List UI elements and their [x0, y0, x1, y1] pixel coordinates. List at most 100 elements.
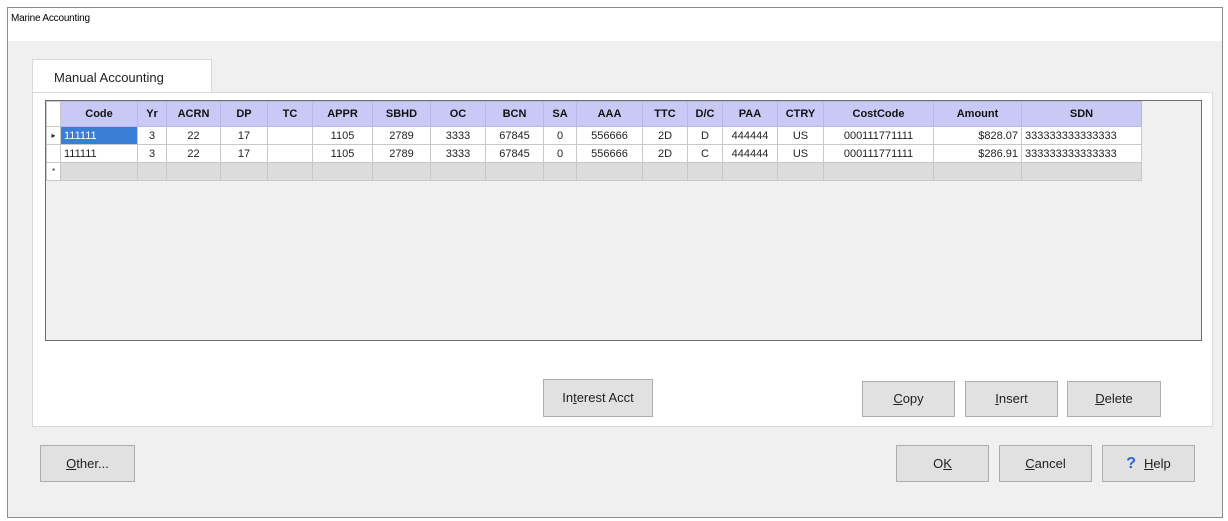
table-cell[interactable]: [430, 162, 486, 181]
ok-button[interactable]: OK: [896, 445, 989, 482]
table-cell[interactable]: 2D: [642, 144, 688, 163]
table-cell[interactable]: 444444: [722, 126, 778, 145]
button-label: O: [933, 456, 944, 471]
other-button[interactable]: Other...: [40, 445, 135, 482]
table-cell[interactable]: [722, 162, 778, 181]
header-row: Code Yr ACRN DP TC APPR SBHD OC BCN SA A…: [46, 101, 1142, 127]
col-header[interactable]: SBHD: [372, 101, 431, 127]
button-label: C: [893, 391, 903, 406]
table-cell[interactable]: [823, 162, 934, 181]
accounting-table: Code Yr ACRN DP TC APPR SBHD OC BCN SA A…: [46, 101, 1142, 181]
table-cell[interactable]: 67845: [485, 144, 544, 163]
table-cell[interactable]: US: [777, 144, 824, 163]
table-cell[interactable]: [372, 162, 431, 181]
table-cell[interactable]: 111111: [60, 126, 138, 145]
tab-manual-accounting[interactable]: Manual Accounting: [32, 59, 212, 93]
table-cell[interactable]: [933, 162, 1022, 181]
col-header[interactable]: CTRY: [777, 101, 824, 127]
table-cell[interactable]: 17: [220, 144, 268, 163]
current-row-indicator[interactable]: ▸: [46, 126, 61, 145]
table-cell[interactable]: 3333: [430, 144, 486, 163]
table-cell[interactable]: [777, 162, 824, 181]
col-header[interactable]: TTC: [642, 101, 688, 127]
col-header[interactable]: AAA: [576, 101, 643, 127]
col-header[interactable]: PAA: [722, 101, 778, 127]
col-header[interactable]: APPR: [312, 101, 373, 127]
col-header[interactable]: Code: [60, 101, 138, 127]
button-label: O: [66, 456, 77, 471]
table-cell[interactable]: $828.07: [933, 126, 1022, 145]
table-cell[interactable]: 111111: [60, 144, 138, 163]
table-cell[interactable]: [267, 144, 313, 163]
table-cell[interactable]: D: [687, 126, 723, 145]
table-cell[interactable]: [220, 162, 268, 181]
table-cell[interactable]: 2D: [642, 126, 688, 145]
table-cell[interactable]: 1105: [312, 144, 373, 163]
copy-button[interactable]: Copy: [862, 381, 955, 417]
table-cell[interactable]: 3333: [430, 126, 486, 145]
table-cell[interactable]: 556666: [576, 144, 643, 163]
table-cell[interactable]: 000111771111: [823, 144, 934, 163]
table-cell[interactable]: [1021, 162, 1142, 181]
col-header[interactable]: SA: [543, 101, 577, 127]
col-header[interactable]: CostCode: [823, 101, 934, 127]
table-cell[interactable]: 333333333333333: [1021, 144, 1142, 163]
table-row[interactable]: ▸ 111111 3 22 17 1105 2789 3333 67845 0 …: [46, 126, 1142, 145]
cancel-button[interactable]: Cancel: [999, 445, 1092, 482]
table-cell[interactable]: C: [687, 144, 723, 163]
table-cell[interactable]: US: [777, 126, 824, 145]
col-header[interactable]: BCN: [485, 101, 544, 127]
table-cell[interactable]: [312, 162, 373, 181]
button-label: In: [562, 390, 574, 405]
button-label: elp: [1153, 456, 1171, 471]
table-cell[interactable]: 2789: [372, 126, 431, 145]
table-cell[interactable]: $286.91: [933, 144, 1022, 163]
table-cell[interactable]: [267, 126, 313, 145]
table-cell[interactable]: [267, 162, 313, 181]
delete-button[interactable]: Delete: [1067, 381, 1161, 417]
table-cell[interactable]: 22: [166, 144, 221, 163]
insert-button[interactable]: Insert: [965, 381, 1058, 417]
col-header[interactable]: SDN: [1021, 101, 1142, 127]
table-cell[interactable]: 0: [543, 144, 577, 163]
col-header[interactable]: TC: [267, 101, 313, 127]
col-header[interactable]: Amount: [933, 101, 1022, 127]
button-label: H: [1144, 456, 1154, 471]
col-header[interactable]: OC: [430, 101, 486, 127]
button-label: opy: [902, 391, 924, 406]
table-cell[interactable]: [642, 162, 688, 181]
table-cell[interactable]: [576, 162, 643, 181]
table-cell[interactable]: 0: [543, 126, 577, 145]
new-row[interactable]: *: [46, 162, 1142, 181]
table-cell[interactable]: [485, 162, 544, 181]
table-cell[interactable]: 67845: [485, 126, 544, 145]
table-cell[interactable]: 3: [137, 144, 167, 163]
table-cell[interactable]: 1105: [312, 126, 373, 145]
table-cell[interactable]: [687, 162, 723, 181]
table-cell[interactable]: [166, 162, 221, 181]
interest-acct-button[interactable]: Interest Acct: [543, 379, 653, 417]
table-cell[interactable]: 000111771111: [823, 126, 934, 145]
table-cell[interactable]: 444444: [722, 144, 778, 163]
row-indicator[interactable]: [46, 144, 61, 163]
col-header[interactable]: D/C: [687, 101, 723, 127]
table-cell[interactable]: 3: [137, 126, 167, 145]
table-cell[interactable]: [137, 162, 167, 181]
new-row-indicator[interactable]: *: [46, 162, 61, 181]
col-header[interactable]: ACRN: [166, 101, 221, 127]
col-header[interactable]: DP: [220, 101, 268, 127]
table-cell[interactable]: 2789: [372, 144, 431, 163]
button-label: elete: [1104, 391, 1133, 406]
table-cell[interactable]: [543, 162, 577, 181]
table-cell[interactable]: 333333333333333: [1021, 126, 1142, 145]
table-cell[interactable]: 22: [166, 126, 221, 145]
table-cell[interactable]: [60, 162, 138, 181]
button-label: ancel: [1034, 456, 1066, 471]
help-button[interactable]: ? Help: [1102, 445, 1195, 482]
table-cell[interactable]: 17: [220, 126, 268, 145]
accounting-grid[interactable]: Code Yr ACRN DP TC APPR SBHD OC BCN SA A…: [45, 100, 1202, 341]
col-header[interactable]: Yr: [137, 101, 167, 127]
button-label: nsert: [998, 391, 1028, 406]
table-cell[interactable]: 556666: [576, 126, 643, 145]
table-row[interactable]: 111111 3 22 17 1105 2789 3333 67845 0 55…: [46, 144, 1142, 163]
